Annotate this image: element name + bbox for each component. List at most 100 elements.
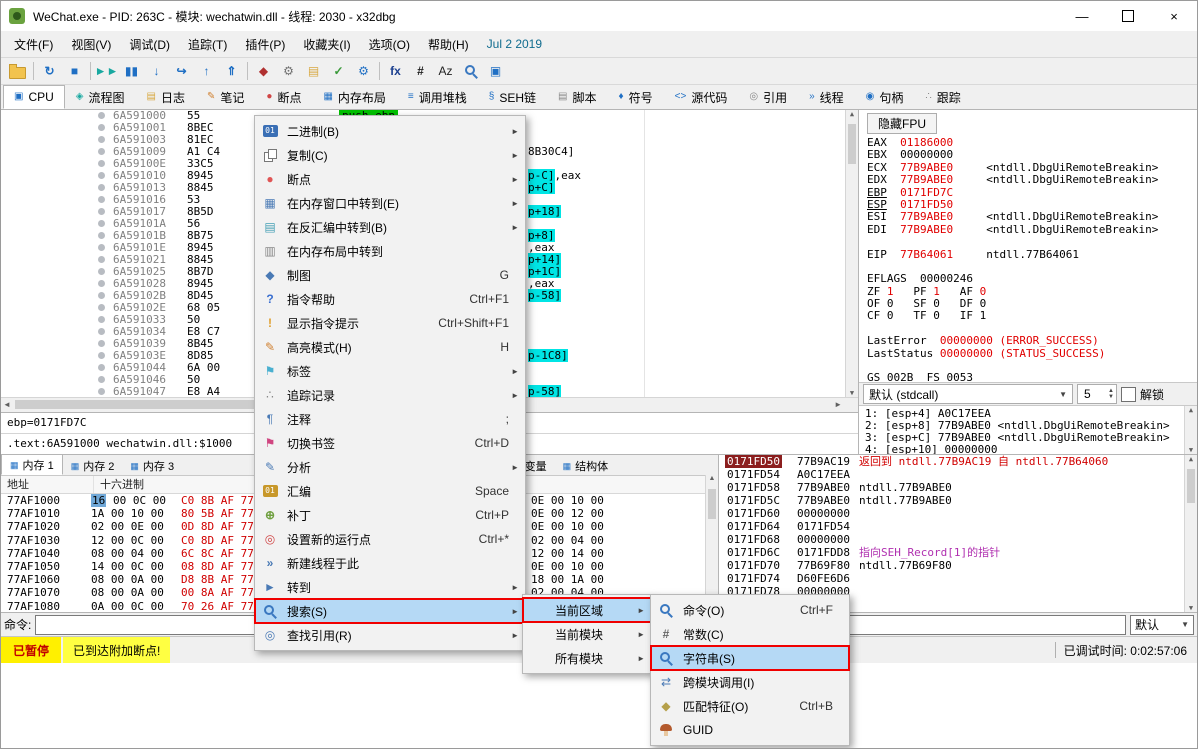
menubar-item-favourites[interactable]: 收藏夹(I) — [294, 32, 359, 57]
menu-item-command[interactable]: 命令(O)Ctrl+F — [651, 598, 849, 622]
memory-tab-struct[interactable]: ▦结构体 — [555, 456, 617, 475]
breakpoint-dot[interactable] — [98, 232, 105, 239]
menu-item-trace-record[interactable]: ∴追踪记录► — [255, 383, 525, 407]
menu-item-search[interactable]: 搜索(S)► — [255, 599, 525, 623]
preferences-gear-icon[interactable]: ⚙ — [276, 60, 301, 82]
memory-vertical-scrollbar[interactable]: ▲ ▼ — [705, 475, 718, 612]
memory-tab-memory-3[interactable]: ▦内存 3 — [122, 456, 182, 475]
build-date-menu[interactable]: Jul 2 2019 — [478, 33, 551, 55]
menu-item-goto[interactable]: ►转到► — [255, 575, 525, 599]
settings-gears-icon[interactable]: ⚙ — [351, 60, 376, 82]
patches-hash-icon[interactable]: # — [408, 60, 433, 82]
tab-graph[interactable]: ◈流程图 — [65, 85, 136, 109]
stack-row[interactable]: 0171FD6800000000 — [719, 533, 1197, 546]
breakpoint-dot[interactable] — [98, 148, 105, 155]
breakpoint-dot[interactable] — [98, 256, 105, 263]
unlock-checkbox[interactable] — [1121, 387, 1136, 402]
memory-tab-memory-2[interactable]: ▦内存 2 — [63, 456, 123, 475]
menu-item-constant[interactable]: #常数(C) — [651, 622, 849, 646]
breakpoint-dot[interactable] — [98, 124, 105, 131]
breakpoint-dot[interactable] — [98, 136, 105, 143]
arguments-vertical-scrollbar[interactable]: ▲ ▼ — [1184, 406, 1197, 454]
close-button[interactable]: × — [1151, 1, 1197, 31]
tab-breakpoints[interactable]: ●断点 — [255, 85, 312, 109]
breakpoint-dot[interactable] — [98, 112, 105, 119]
menubar-item-debug[interactable]: 调试(D) — [120, 32, 179, 57]
command-scope-select[interactable]: 默认 ▼ — [1130, 615, 1194, 635]
stack-row[interactable]: 0171FD6000000000 — [719, 507, 1197, 520]
stack-row[interactable]: 0171FD54A0C17EEA — [719, 468, 1197, 481]
stack-row[interactable]: 0171FD640171FD54 — [719, 520, 1197, 533]
menu-item-guid[interactable]: GUID — [651, 718, 849, 742]
breakpoint-dot[interactable] — [98, 268, 105, 275]
register-line[interactable]: EDI 77B9ABE0 <ntdll.DbgUiRemoteBreakin> — [867, 224, 1197, 236]
menu-item-follow-in-disassembly[interactable]: ▤在反汇编中转到(B)► — [255, 215, 525, 239]
tab-source[interactable]: <>源代码 — [664, 85, 739, 109]
menu-item-all-modules[interactable]: 所有模块► — [523, 646, 651, 670]
menu-item-find-references[interactable]: ◎查找引用(R)► — [255, 623, 525, 647]
menu-item-show-instruction-tips[interactable]: !显示指令提示Ctrl+Shift+F1 — [255, 311, 525, 335]
menubar-item-help[interactable]: 帮助(H) — [419, 32, 478, 57]
pause-icon[interactable]: ▮▮ — [119, 60, 144, 82]
tab-symbols[interactable]: ♦符号 — [608, 85, 664, 109]
execute-till-return-icon[interactable]: ⇑ — [219, 60, 244, 82]
scroll-left-icon[interactable]: ◄ — [3, 400, 11, 409]
tab-cpu[interactable]: ▣CPU — [3, 85, 65, 109]
scrollbar-thumb[interactable] — [848, 124, 856, 164]
stop-icon[interactable]: ■ — [62, 60, 87, 82]
breakpoint-dot[interactable] — [98, 280, 105, 287]
step-out-icon[interactable]: ↑ — [194, 60, 219, 82]
scroll-up-icon[interactable]: ▲ — [1189, 455, 1193, 463]
menu-item-highlight-mode[interactable]: ✎高亮模式(H)H — [255, 335, 525, 359]
scroll-down-icon[interactable]: ▼ — [1189, 446, 1193, 454]
scroll-up-icon[interactable]: ▲ — [709, 475, 716, 482]
menu-item-current-module[interactable]: 当前模块► — [523, 622, 651, 646]
tab-call-stack[interactable]: ≡调用堆栈 — [397, 85, 478, 109]
arguments-view[interactable]: 1: [esp+4] A0C17EEA2: [esp+8] 77B9ABE0 <… — [859, 406, 1197, 454]
menu-item-pattern[interactable]: ◆匹配特征(O)Ctrl+B — [651, 694, 849, 718]
breakpoint-dot[interactable] — [98, 328, 105, 335]
minimize-button[interactable]: — — [1059, 1, 1105, 31]
menu-item-toggle-bookmark[interactable]: ⚑切换书签Ctrl+D — [255, 431, 525, 455]
calling-convention-select[interactable]: 默认 (stdcall) ▼ — [863, 384, 1073, 404]
menu-item-patch[interactable]: ⊕补丁Ctrl+P — [255, 503, 525, 527]
argument-count-stepper[interactable]: 5 ▲▼ — [1077, 384, 1117, 404]
run-icon[interactable]: ►► — [94, 60, 119, 82]
hide-fpu-button[interactable]: 隐藏FPU — [867, 113, 937, 134]
breakpoint-dot[interactable] — [98, 364, 105, 371]
menu-item-label[interactable]: ⚑标签► — [255, 359, 525, 383]
breakpoint-dot[interactable] — [98, 304, 105, 311]
registers-view[interactable]: 隐藏FPU EAX 01186000EBX 00000000ECX 77B9AB… — [859, 110, 1197, 382]
menu-item-current-region[interactable]: 当前区域► — [523, 598, 651, 622]
breakpoint-dot[interactable] — [98, 316, 105, 323]
breakpoint-dot[interactable] — [98, 388, 105, 395]
step-into-icon[interactable]: ↓ — [144, 60, 169, 82]
stack-row[interactable]: 0171FD7077B69F80ntdll.77B69F80 — [719, 559, 1197, 572]
scroll-down-icon[interactable]: ▼ — [850, 389, 854, 397]
menu-item-graph[interactable]: ◆制图G — [255, 263, 525, 287]
menu-item-follow-in-memory-map[interactable]: ▥在内存布局中转到 — [255, 239, 525, 263]
tab-memory-map[interactable]: ▦内存布局 — [312, 85, 396, 109]
menu-item-set-new-origin[interactable]: ◎设置新的运行点Ctrl+* — [255, 527, 525, 551]
menubar-item-file[interactable]: 文件(F) — [5, 32, 62, 57]
tab-seh-chain[interactable]: §SEH链 — [478, 85, 547, 109]
calculator-fx-icon[interactable]: fx — [383, 60, 408, 82]
menu-item-new-thread-here[interactable]: »新建线程于此 — [255, 551, 525, 575]
search-icon[interactable] — [458, 60, 483, 82]
breakpoint-dot[interactable] — [98, 376, 105, 383]
menu-item-string[interactable]: 字符串(S) — [651, 646, 849, 670]
stack-vertical-scrollbar[interactable]: ▲ ▼ — [1184, 455, 1197, 612]
register-line[interactable]: GS 002B FS 0053 — [867, 372, 1197, 382]
stack-row[interactable]: 0171FD74D60FE6D6 — [719, 572, 1197, 585]
disassembly-vertical-scrollbar[interactable]: ▲ ▼ — [845, 110, 858, 397]
breakpoint-dot[interactable] — [98, 340, 105, 347]
breakpoint-dot[interactable] — [98, 220, 105, 227]
tab-handles[interactable]: ◉句柄 — [855, 85, 915, 109]
restart-icon[interactable]: ↻ — [37, 60, 62, 82]
trace-record-icon[interactable]: ◆ — [251, 60, 276, 82]
open-file-icon[interactable] — [5, 60, 30, 82]
tab-log[interactable]: ▤日志 — [136, 85, 196, 109]
maximize-button[interactable] — [1105, 1, 1151, 31]
log-pages-icon[interactable]: ▤ — [301, 60, 326, 82]
menubar-item-options[interactable]: 选项(O) — [360, 32, 419, 57]
